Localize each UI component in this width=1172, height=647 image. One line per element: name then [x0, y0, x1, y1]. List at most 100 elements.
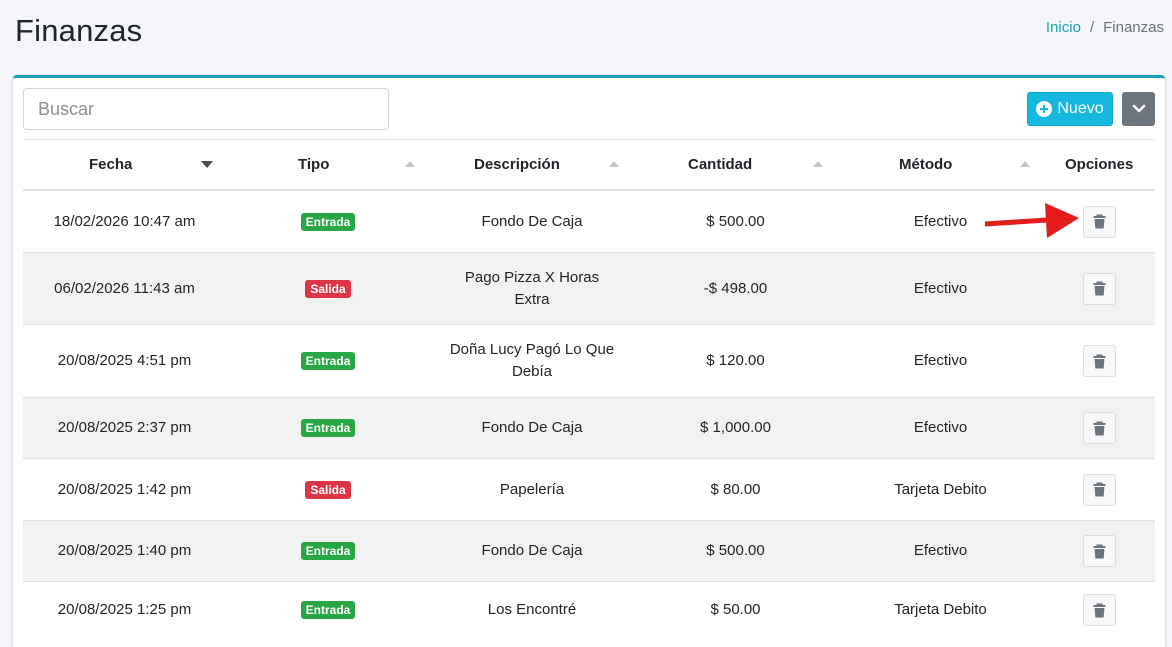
column-header-metodo[interactable]: Método [899, 140, 952, 189]
status-badge: Salida [305, 279, 351, 298]
trash-icon [1093, 544, 1106, 558]
description-line: Papelería [499, 480, 565, 498]
cell-cantidad: $ 80.00 [710, 480, 761, 498]
description-line: Extra [514, 290, 550, 308]
cell-descripcion: Fondo De Caja [430, 191, 634, 252]
breadcrumb-separator: / [1089, 19, 1095, 36]
cell-opciones [1044, 521, 1155, 581]
column-header-opciones: Opciones [1065, 156, 1134, 173]
page-header: Finanzas Inicio / Finanzas [0, 0, 1172, 76]
cell-descripcion: Papelería [430, 459, 634, 520]
trash-icon [1093, 421, 1106, 435]
cell-opciones [1044, 253, 1155, 324]
delete-button[interactable] [1083, 594, 1116, 626]
table-header: Fecha Tipo Descripción Cantidad Método O… [23, 140, 1155, 191]
cell-cantidad: $ 500.00 [706, 542, 765, 559]
cell-metodo: Tarjeta Debito [894, 601, 987, 618]
description-line: Fondo De Caja [481, 542, 583, 559]
delete-button[interactable] [1083, 535, 1116, 567]
cell-descripcion: Fondo De Caja [430, 521, 634, 581]
cell-tipo: Salida [226, 253, 430, 324]
cell-metodo: Efectivo [913, 542, 968, 559]
cell-descripcion: Pago Pizza X Horas Extra [430, 253, 634, 324]
description-line: Fondo De Caja [481, 419, 583, 436]
table-row: 20/08/2025 4:51 pm Entrada Doña Lucy Pag… [23, 325, 1155, 398]
caret-up-icon[interactable] [609, 161, 619, 167]
column-header-fecha[interactable]: Fecha [89, 140, 132, 189]
status-badge: Entrada [300, 542, 356, 560]
cell-opciones [1044, 582, 1155, 638]
trash-icon [1093, 214, 1106, 229]
trash-icon [1093, 354, 1106, 368]
status-badge: Entrada [300, 212, 356, 231]
delete-button[interactable] [1083, 345, 1116, 377]
search-input[interactable] [23, 88, 389, 130]
status-badge: Entrada [300, 352, 356, 370]
cell-cantidad: $ 120.00 [706, 352, 765, 369]
column-header-cantidad[interactable]: Cantidad [688, 140, 752, 189]
cell-fecha: 06/02/2026 11:43 am [54, 279, 195, 297]
cell-metodo: Efectivo [913, 279, 968, 297]
description-line: Debía [511, 363, 552, 380]
options-dropdown-button[interactable] [1122, 92, 1155, 126]
status-badge: Salida [305, 480, 351, 499]
table-row: 06/02/2026 11:43 am Salida Pago Pizza X … [23, 253, 1155, 325]
cell-fecha: 20/08/2025 1:42 pm [57, 480, 192, 498]
caret-up-icon[interactable] [813, 161, 823, 167]
plus-circle-icon [1036, 101, 1053, 117]
red-arrow-icon [985, 203, 1079, 238]
trash-icon [1093, 281, 1106, 296]
cell-descripcion: Fondo De Caja [430, 398, 634, 458]
cell-fecha: 20/08/2025 2:37 pm [57, 419, 192, 436]
chevron-down-icon [1132, 104, 1145, 113]
cell-cantidad: $ 1,000.00 [700, 419, 771, 436]
cell-tipo: Entrada [226, 325, 430, 397]
cell-opciones [1044, 459, 1155, 520]
column-header-tipo[interactable]: Tipo [298, 140, 329, 189]
breadcrumb-home-link[interactable]: Inicio [1046, 19, 1081, 36]
cell-metodo: Efectivo [913, 419, 968, 436]
description-line: Fondo De Caja [481, 212, 583, 230]
delete-button[interactable] [1083, 412, 1116, 444]
delete-button[interactable] [1083, 205, 1116, 238]
cell-tipo: Entrada [226, 521, 430, 581]
status-badge: Entrada [300, 419, 356, 437]
cell-metodo: Tarjeta Debito [894, 480, 987, 498]
description-line: Doña Lucy Pagó Lo Que [449, 341, 615, 358]
cell-cantidad: $ 50.00 [710, 601, 761, 618]
description-line: Pago Pizza X Horas [464, 268, 600, 286]
cell-opciones [1044, 325, 1155, 397]
table-row: 20/08/2025 1:40 pm Entrada Fondo De Caja… [23, 521, 1155, 582]
breadcrumb-current: Finanzas [1103, 19, 1164, 36]
cell-tipo: Salida [226, 459, 430, 520]
trash-icon [1093, 603, 1106, 617]
trash-icon [1093, 482, 1106, 497]
cell-cantidad: -$ 498.00 [703, 279, 768, 297]
cell-tipo: Entrada [226, 582, 430, 638]
cell-fecha: 18/02/2026 10:47 am [53, 212, 196, 230]
cell-cantidad: $ 500.00 [706, 212, 765, 230]
cell-metodo: Efectivo [913, 352, 968, 369]
caret-down-icon[interactable] [201, 161, 213, 168]
cell-opciones [1044, 398, 1155, 458]
status-badge: Entrada [300, 601, 356, 619]
cell-fecha: 20/08/2025 1:25 pm [57, 601, 192, 618]
new-button-label: Nuevo [1057, 100, 1104, 117]
finance-card: Nuevo Fecha Tipo Descripción Cantidad Mé… [13, 75, 1165, 647]
table-row: 20/08/2025 2:37 pm Entrada Fondo De Caja… [23, 398, 1155, 459]
caret-up-icon[interactable] [1020, 161, 1030, 167]
caret-up-icon[interactable] [405, 161, 415, 167]
breadcrumb: Inicio / Finanzas [1046, 19, 1164, 36]
page-title: Finanzas [15, 13, 143, 48]
table-row: 20/08/2025 1:42 pm Salida Papelería $ 80… [23, 459, 1155, 521]
delete-button[interactable] [1083, 272, 1116, 305]
cell-tipo: Entrada [226, 191, 430, 252]
cell-tipo: Entrada [226, 398, 430, 458]
cell-fecha: 20/08/2025 4:51 pm [57, 352, 192, 369]
description-line: Los Encontré [487, 601, 577, 618]
column-header-descripcion[interactable]: Descripción [474, 140, 560, 189]
cell-fecha: 20/08/2025 1:40 pm [57, 542, 192, 559]
delete-button[interactable] [1083, 473, 1116, 506]
table-row: 20/08/2025 1:25 pm Entrada Los Encontré … [23, 582, 1155, 638]
new-button[interactable]: Nuevo [1027, 92, 1113, 126]
